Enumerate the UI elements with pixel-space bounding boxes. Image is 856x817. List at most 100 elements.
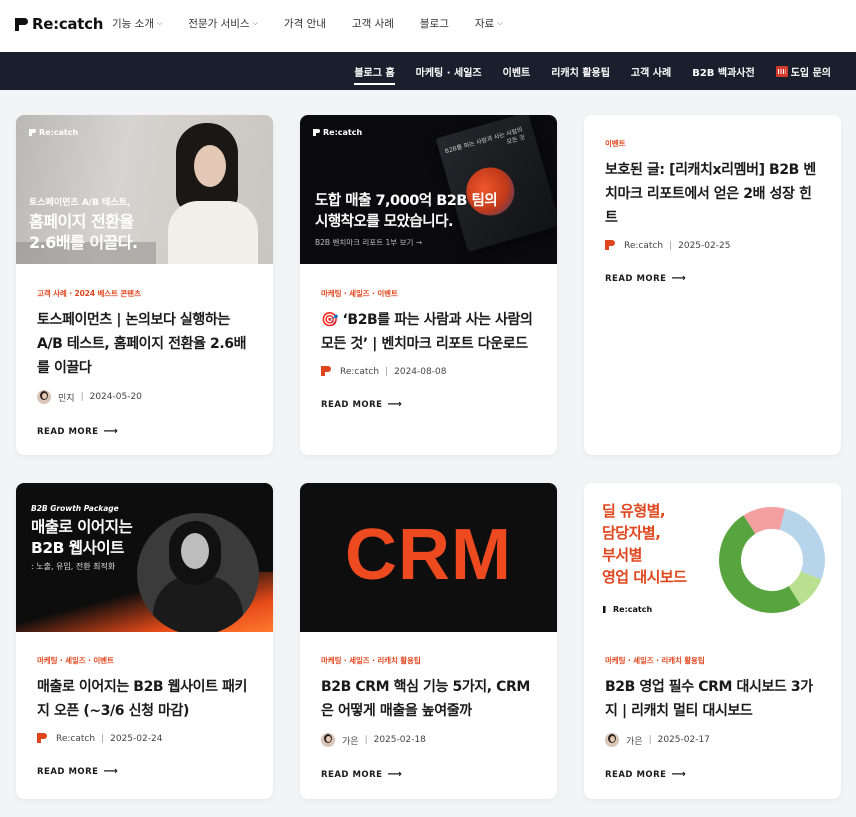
post-card[interactable]: Re:catch 토스페이먼츠 A/B 테스트, 홈페이지 전환율 2.6배를 이… <box>16 115 273 455</box>
read-more-link[interactable]: READ MORE ⟶ <box>321 769 539 780</box>
post-category[interactable]: 마케팅 · 세일즈 · 이벤트 <box>37 655 255 666</box>
person-image <box>168 123 258 264</box>
nav-label: 기능 소개 <box>112 18 154 30</box>
person-image <box>137 513 259 632</box>
thumbnail-headline: 매출로 이어지는 B2B 웹사이트 <box>31 518 133 557</box>
top-header: Re:catch 기능 소개 ⌵ 전문가 서비스 ⌵ 가격 안내 고객 사례 블로그… <box>0 0 856 52</box>
post-card[interactable]: CRM 마케팅 · 세일즈 · 리캐치 활용팁 B2B CRM 핵심 기능 5가… <box>300 483 557 799</box>
logo[interactable]: Re:catch <box>15 14 103 34</box>
post-date: 2025-02-18 <box>373 735 426 745</box>
post-meta: Re:catch | 2024-08-08 <box>321 366 539 377</box>
thumbnail-subtitle: 토스페이먼츠 A/B 테스트, <box>29 198 131 208</box>
thumbnail-headline: 홈페이지 전환율 2.6배를 이끌다. <box>29 212 138 252</box>
read-more-link[interactable]: READ MORE ⟶ <box>605 273 823 284</box>
donut-segment <box>788 570 822 605</box>
thumbnail-headline: 딜 유형별, 담당자별, 부서별 영업 대시보드 <box>602 502 687 586</box>
nav-resources[interactable]: 자료 ⌵ <box>475 16 503 31</box>
recatch-logo-icon <box>313 129 320 136</box>
post-thumbnail[interactable]: B2B를 파는 사람과 사는 사람의 모든 것 Re:catch 도합 매출 7… <box>300 115 557 264</box>
post-date: 2024-08-08 <box>394 366 447 377</box>
post-title[interactable]: B2B 영업 필수 CRM 대시보드 3가지 | 리캐치 멀티 대시보드 <box>605 675 823 723</box>
subnav-contact-cta[interactable]: 도입 문의 <box>775 52 831 90</box>
post-date: 2025-02-17 <box>657 735 710 745</box>
thumbnail-headline: 도합 매출 7,000억 B2B 팀의 시행착오를 모았습니다. <box>315 193 498 230</box>
arrow-right-icon: ⟶ <box>103 426 119 437</box>
post-category[interactable]: 마케팅 · 세일즈 · 리캐치 활용팁 <box>605 655 823 666</box>
post-category[interactable]: 마케팅 · 세일즈 · 리캐치 활용팁 <box>321 655 539 666</box>
read-more-link[interactable]: READ MORE ⟶ <box>37 766 255 777</box>
recatch-author-icon <box>321 366 332 377</box>
donut-chart-image <box>719 507 825 613</box>
nav-blog[interactable]: 블로그 <box>420 16 449 31</box>
read-more-link[interactable]: READ MORE ⟶ <box>321 399 539 410</box>
post-author: Re:catch <box>340 366 380 377</box>
thumbnail-headline: CRM <box>345 515 512 595</box>
read-more-link[interactable]: READ MORE ⟶ <box>605 769 823 780</box>
post-date: 2025-02-24 <box>110 733 163 744</box>
post-thumbnail[interactable]: Re:catch 토스페이먼츠 A/B 테스트, 홈페이지 전환율 2.6배를 이… <box>16 115 273 264</box>
read-more-link[interactable]: READ MORE ⟶ <box>37 426 255 437</box>
arrow-right-icon: ⟶ <box>103 766 119 777</box>
post-author: 가은 <box>342 736 359 747</box>
thumbnail-brand: Re:catch <box>603 605 652 614</box>
nav-label: 자료 <box>474 18 495 30</box>
recatch-logo-icon <box>15 17 28 31</box>
thumbnail-brand: Re:catch <box>313 128 362 137</box>
nav-expert-services[interactable]: 전문가 서비스 ⌵ <box>188 16 258 31</box>
chevron-down-icon: ⌵ <box>252 19 258 27</box>
author-avatar <box>605 733 619 747</box>
arrow-right-icon: ⟶ <box>671 769 687 780</box>
post-title[interactable]: 보호된 글: [리캐치x리멤버] B2B 벤치마크 리포트에서 얻은 2배 성장… <box>605 158 823 230</box>
post-title[interactable]: 토스페이먼츠 | 논의보다 실행하는 A/B 테스트, 홈페이지 전환율 2.6… <box>37 308 255 380</box>
nav-label: 고객 사례 <box>351 18 394 30</box>
chevron-down-icon: ⌵ <box>497 19 503 27</box>
subnav-customer-stories[interactable]: 고객 사례 <box>631 52 671 90</box>
building-icon <box>775 65 788 77</box>
donut-segment <box>743 507 786 535</box>
recatch-author-icon <box>605 240 616 251</box>
post-meta: Re:catch | 2025-02-24 <box>37 733 255 744</box>
nav-customer-stories[interactable]: 고객 사례 <box>352 16 394 31</box>
post-category[interactable]: 마케팅 · 세일즈 · 이벤트 <box>321 288 539 299</box>
nav-pricing[interactable]: 가격 안내 <box>284 16 326 31</box>
subnav-tips[interactable]: 리캐치 활용팁 <box>551 52 610 90</box>
thumbnail-brand: Re:catch <box>29 128 78 137</box>
post-title[interactable]: 매출로 이어지는 B2B 웹사이트 패키지 오픈 (~3/6 신청 마감) <box>37 675 255 723</box>
post-category[interactable]: 고객 사례 · 2024 베스트 콘텐츠 <box>37 288 255 299</box>
post-author: 가은 <box>626 736 643 747</box>
nav-features[interactable]: 기능 소개 ⌵ <box>112 16 162 31</box>
recatch-logo-icon <box>29 129 36 136</box>
author-avatar <box>321 733 335 747</box>
chevron-down-icon: ⌵ <box>156 19 163 27</box>
arrow-right-icon: ⟶ <box>387 769 403 780</box>
post-thumbnail[interactable]: CRM <box>300 483 557 632</box>
subnav-events[interactable]: 이벤트 <box>503 52 531 90</box>
post-thumbnail[interactable]: 딜 유형별, 담당자별, 부서별 영업 대시보드 Re:catch <box>584 483 841 632</box>
nav-label: 가격 안내 <box>283 18 326 30</box>
post-title[interactable]: B2B CRM 핵심 기능 5가지, CRM은 어떻게 매출을 높여줄까 <box>321 675 539 723</box>
post-title[interactable]: 🎯 ‘B2B를 파는 사람과 사는 사람의 모든 것’ | 벤치마크 리포트 다… <box>321 308 539 356</box>
post-meta: 가은 | 2025-02-17 <box>605 733 823 747</box>
blog-category-nav: 블로그 홈 마케팅 · 세일즈 이벤트 리캐치 활용팁 고객 사례 B2B 백과… <box>0 52 856 90</box>
recatch-logo-icon <box>603 606 610 613</box>
thumbnail-tag: B2B Growth Package <box>31 504 119 513</box>
subnav-b2b-encyclopedia[interactable]: B2B 백과사전 <box>692 52 754 90</box>
post-thumbnail[interactable]: B2B Growth Package 매출로 이어지는 B2B 웹사이트 : 노출… <box>16 483 273 632</box>
post-date: 2025-02-25 <box>678 240 731 251</box>
donut-segment <box>779 508 825 580</box>
donut-segment <box>719 515 801 613</box>
subnav-blog-home[interactable]: 블로그 홈 <box>354 52 395 90</box>
post-card[interactable]: 딜 유형별, 담당자별, 부서별 영업 대시보드 Re:catch 마케팅 · 세일즈… <box>584 483 841 799</box>
subnav-marketing-sales[interactable]: 마케팅 · 세일즈 <box>416 52 482 90</box>
recatch-author-icon <box>37 733 48 744</box>
cta-label: 도입 문의 <box>790 67 831 79</box>
post-meta: 가은 | 2025-02-18 <box>321 733 539 747</box>
post-card[interactable]: B2B를 파는 사람과 사는 사람의 모든 것 Re:catch 도합 매출 7… <box>300 115 557 455</box>
author-avatar <box>37 390 51 404</box>
arrow-right-icon: ⟶ <box>671 273 687 284</box>
post-date: 2024-05-20 <box>89 392 142 402</box>
post-card[interactable]: 이벤트 보호된 글: [리캐치x리멤버] B2B 벤치마크 리포트에서 얻은 2… <box>584 115 841 455</box>
post-card[interactable]: B2B Growth Package 매출로 이어지는 B2B 웹사이트 : 노출… <box>16 483 273 799</box>
post-author: Re:catch <box>624 240 664 251</box>
post-category[interactable]: 이벤트 <box>605 138 823 149</box>
